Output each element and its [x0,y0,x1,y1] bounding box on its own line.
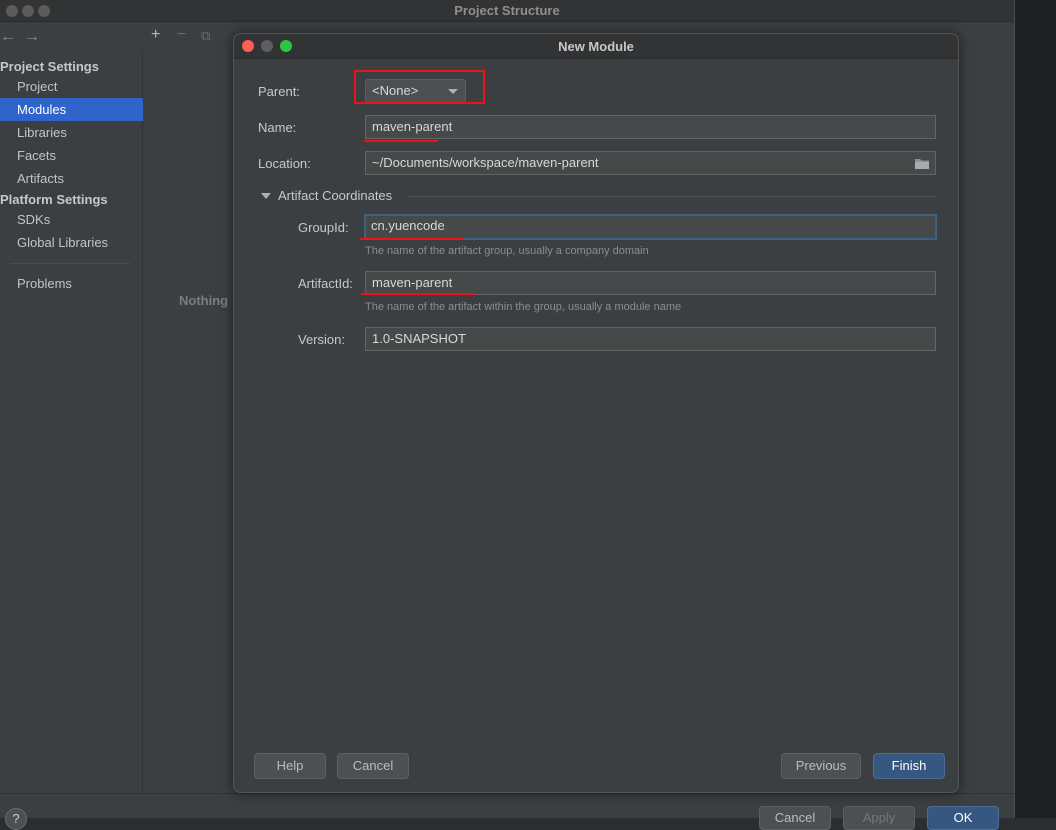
groupid-field[interactable]: cn.yuencode [364,214,937,240]
back-arrow-icon[interactable]: ← [0,28,16,46]
platform-settings-header: Platform Settings [0,192,108,207]
sidebar: Project Settings Project Modules Librari… [0,50,143,793]
previous-button[interactable]: Previous [781,753,861,779]
new-module-dialog: New Module Parent: <None> Name: maven-pa… [233,33,959,793]
sidebar-item-problems[interactable]: Problems [0,272,143,295]
artifactid-label: ArtifactId: [298,276,353,291]
forward-arrow-icon[interactable]: → [24,28,40,46]
artifactid-field[interactable]: maven-parent [365,271,936,295]
add-icon[interactable]: + [151,26,160,44]
annotation-underline [360,238,463,240]
sidebar-item-project[interactable]: Project [0,75,143,98]
module-list-panel [144,48,232,793]
groupid-hint: The name of the artifact group, usually … [365,245,649,257]
window-title: Project Structure [454,3,560,18]
annotation-underline [361,293,475,295]
remove-icon[interactable]: − [177,26,186,44]
name-label: Name: [258,120,297,135]
sidebar-item-sdks[interactable]: SDKs [0,208,143,231]
sidebar-divider [10,263,130,264]
groupid-label: GroupId: [298,220,349,235]
copy-icon[interactable]: ⧉ [201,28,210,44]
folder-icon[interactable] [915,158,929,169]
outer-bottom-bar: ? Cancel Apply OK [0,793,1014,830]
sidebar-item-facets[interactable]: Facets [0,144,143,167]
dialog-body: Parent: <None> Name: maven-parent Locati… [234,59,958,792]
sidebar-item-artifacts[interactable]: Artifacts [0,167,143,190]
annotation-box [354,70,485,104]
location-label: Location: [258,156,311,171]
help-button[interactable]: Help [254,753,326,779]
outer-ok-button[interactable]: OK [927,806,999,830]
outer-titlebar: Project Structure [0,0,1014,22]
dialog-titlebar: New Module [234,34,958,59]
sidebar-item-modules[interactable]: Modules [0,98,143,121]
location-value: ~/Documents/workspace/maven-parent [372,155,599,170]
outer-cancel-button[interactable]: Cancel [759,806,831,830]
annotation-underline [364,140,438,142]
help-icon[interactable]: ? [5,808,27,830]
version-field[interactable]: 1.0-SNAPSHOT [365,327,936,351]
version-label: Version: [298,332,345,347]
project-settings-header: Project Settings [0,59,99,74]
sidebar-item-global-libraries[interactable]: Global Libraries [0,231,143,254]
nav-row: ← → [0,26,143,50]
dialog-title: New Module [558,39,634,54]
empty-placeholder: Nothing [179,293,229,308]
background-strip [1014,0,1056,818]
artifactid-hint: The name of the artifact within the grou… [365,301,682,313]
outer-apply-button[interactable]: Apply [843,806,915,830]
module-toolbar: + − ⧉ [143,26,243,48]
name-field[interactable]: maven-parent [365,115,936,139]
section-divider [408,196,936,197]
cancel-button[interactable]: Cancel [337,753,409,779]
location-field[interactable]: ~/Documents/workspace/maven-parent [365,151,936,175]
sidebar-item-libraries[interactable]: Libraries [0,121,143,144]
finish-button[interactable]: Finish [873,753,945,779]
collapse-arrow-icon[interactable] [261,193,271,199]
parent-label: Parent: [258,84,300,99]
artifact-coordinates-header[interactable]: Artifact Coordinates [278,188,392,203]
